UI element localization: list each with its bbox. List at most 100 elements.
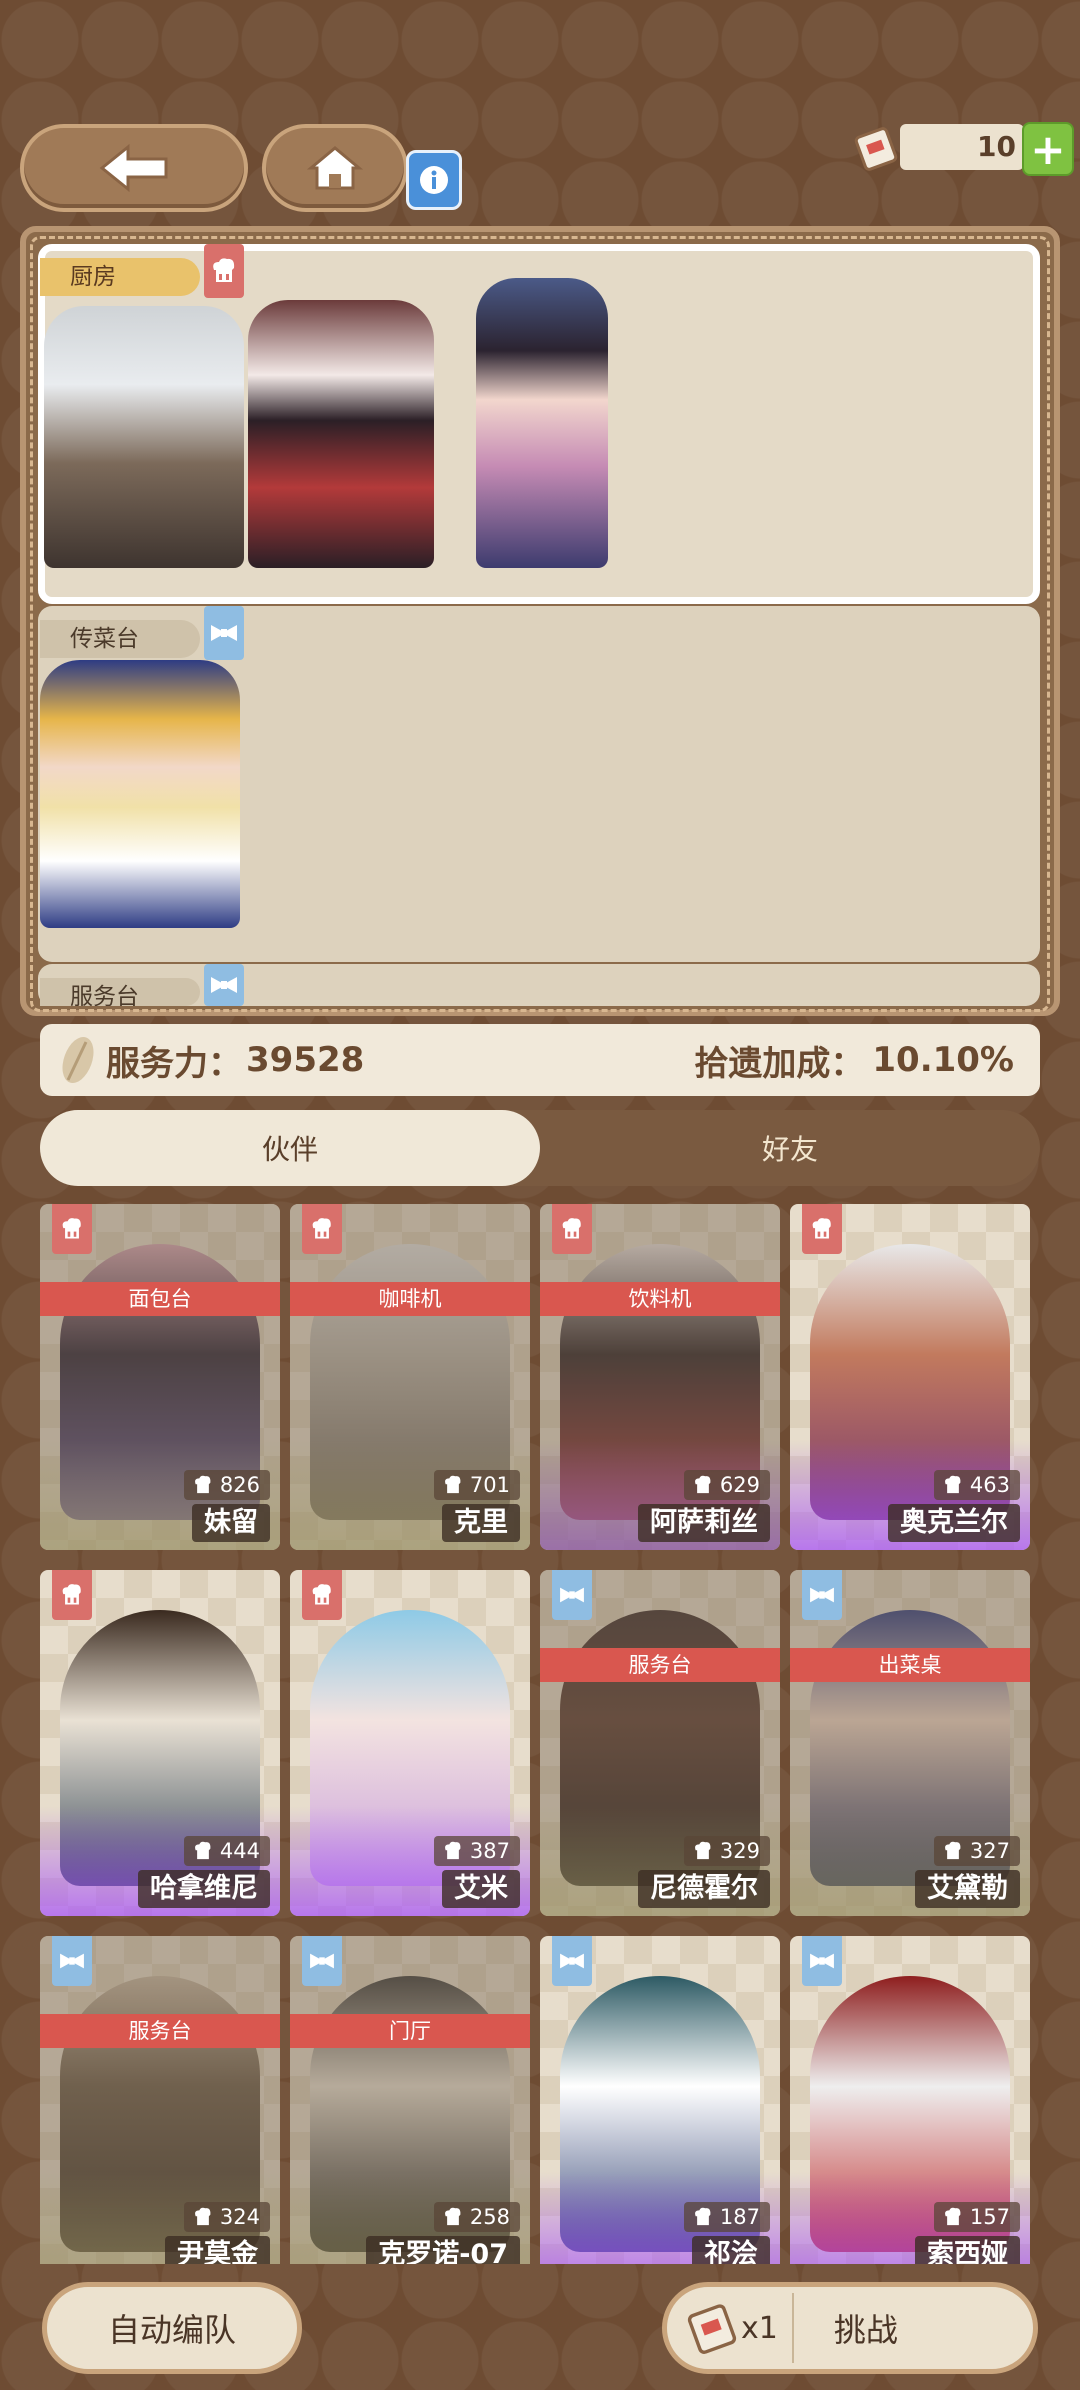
- character-power: 329: [683, 1836, 770, 1866]
- character-card[interactable]: 出菜桌 327 艾黛勒: [790, 1570, 1030, 1916]
- challenge-button[interactable]: x1 挑战: [662, 2282, 1038, 2374]
- assigned-station-label: 服务台: [540, 1648, 780, 1682]
- power-value: 629: [719, 1473, 760, 1497]
- bowtie-icon: [552, 1936, 592, 1986]
- pickup-bonus-value: 10.10%: [872, 1040, 1014, 1080]
- service-power-label: 服务力：: [106, 1043, 242, 1084]
- bowtie-icon: [52, 1936, 92, 1986]
- character-power: 701: [433, 1470, 520, 1500]
- bowtie-icon: [204, 964, 244, 1006]
- chef-hat-icon: [52, 1204, 92, 1254]
- bowtie-icon: [802, 1570, 842, 1620]
- character-power: 324: [183, 2202, 270, 2232]
- character-card[interactable]: 187 祁浍: [540, 1936, 780, 2264]
- back-arrow-icon: [99, 143, 168, 193]
- character-power: 258: [433, 2202, 520, 2232]
- bowtie-icon: [302, 1936, 342, 1986]
- power-value: 329: [719, 1839, 760, 1863]
- divider: [791, 2293, 794, 2363]
- character-name: 哈拿维尼: [138, 1870, 270, 1908]
- character-power: 463: [933, 1470, 1020, 1500]
- assigned-station-label: 咖啡机: [290, 1282, 530, 1316]
- assigned-station-label: 饮料机: [540, 1282, 780, 1316]
- kitchen-character-2[interactable]: [248, 300, 434, 568]
- assigned-station-label: 门厅: [290, 2014, 530, 2048]
- service-power-value: 39528: [246, 1040, 365, 1080]
- pickup-bonus-label: 拾遗加成：: [694, 1043, 865, 1084]
- bowtie-icon: [204, 606, 244, 660]
- feather-icon: [62, 1036, 94, 1084]
- character-card[interactable]: 门厅 258 克罗诺-07: [290, 1936, 530, 2264]
- character-name: 艾米: [442, 1870, 520, 1908]
- character-power: 327: [933, 1836, 1020, 1866]
- character-power: 157: [933, 2202, 1020, 2232]
- home-icon: [307, 146, 363, 190]
- chef-hat-icon: [302, 1204, 342, 1254]
- character-name: 克罗诺-07: [366, 2236, 520, 2264]
- tab-friends[interactable]: 好友: [540, 1110, 1040, 1186]
- character-card[interactable]: 463 奥克兰尔: [790, 1204, 1030, 1550]
- station-label-serving: 传菜台: [40, 620, 200, 658]
- info-button[interactable]: [406, 150, 462, 210]
- character-card[interactable]: 咖啡机 701 克里: [290, 1204, 530, 1550]
- character-name: 尼德霍尔: [638, 1870, 770, 1908]
- power-value: 444: [219, 1839, 260, 1863]
- stats-bar: 服务力： 39528 拾遗加成： 10.10%: [40, 1024, 1040, 1096]
- serving-character-1[interactable]: [40, 660, 240, 928]
- character-card[interactable]: 157 索西娅: [790, 1936, 1030, 2264]
- character-name: 索西娅: [915, 2236, 1020, 2264]
- character-name: 妹留: [192, 1504, 270, 1542]
- ticket-icon: [854, 124, 898, 172]
- ticket-icon: [687, 2304, 737, 2354]
- kitchen-character-1[interactable]: [44, 306, 244, 568]
- power-value: 701: [469, 1473, 510, 1497]
- challenge-cost: x1: [741, 2310, 778, 2346]
- character-card[interactable]: 面包台 826 妹留: [40, 1204, 280, 1550]
- power-value: 826: [219, 1473, 260, 1497]
- challenge-label: 挑战: [833, 2311, 898, 2349]
- character-power: 826: [183, 1470, 270, 1500]
- power-value: 327: [969, 1839, 1010, 1863]
- power-value: 258: [469, 2205, 510, 2229]
- tab-partners[interactable]: 伙伴: [40, 1110, 540, 1186]
- character-name: 艾黛勒: [915, 1870, 1020, 1908]
- character-name: 祁浍: [692, 2236, 770, 2264]
- character-card[interactable]: 服务台 324 尹莫金: [40, 1936, 280, 2264]
- chef-hat-icon: [52, 1570, 92, 1620]
- character-name: 阿萨莉丝: [638, 1504, 770, 1542]
- add-ticket-button[interactable]: +: [1022, 122, 1074, 176]
- assigned-station-label: 面包台: [40, 1282, 280, 1316]
- power-value: 463: [969, 1473, 1010, 1497]
- auto-team-button[interactable]: 自动编队: [42, 2282, 302, 2374]
- character-name: 奥克兰尔: [888, 1504, 1020, 1542]
- ticket-count: 10: [900, 124, 1024, 170]
- character-power: 187: [683, 2202, 770, 2232]
- power-value: 187: [719, 2205, 760, 2229]
- home-button[interactable]: [262, 124, 408, 212]
- character-name: 克里: [442, 1504, 520, 1542]
- back-button[interactable]: [20, 124, 248, 212]
- power-value: 324: [219, 2205, 260, 2229]
- bowtie-icon: [802, 1936, 842, 1986]
- character-card[interactable]: 服务台 329 尼德霍尔: [540, 1570, 780, 1916]
- character-grid: 面包台 826 妹留 咖啡机 701 克里 饮料机 629 阿萨莉丝 463 奥克兰尔 444 哈拿维尼…: [0, 1204, 1080, 2264]
- chef-hat-icon: [802, 1204, 842, 1254]
- character-card[interactable]: 444 哈拿维尼: [40, 1570, 280, 1916]
- character-name: 尹莫金: [165, 2236, 270, 2264]
- station-label-service-desk: 服务台: [40, 978, 200, 1006]
- power-value: 157: [969, 2205, 1010, 2229]
- assigned-station-label: 出菜桌: [790, 1648, 1030, 1682]
- chef-hat-icon: [552, 1204, 592, 1254]
- character-power: 444: [183, 1836, 270, 1866]
- bowtie-icon: [552, 1570, 592, 1620]
- kitchen-character-3[interactable]: [476, 278, 608, 568]
- character-card[interactable]: 387 艾米: [290, 1570, 530, 1916]
- chef-hat-icon: [204, 244, 244, 298]
- character-power: 629: [683, 1470, 770, 1500]
- character-card[interactable]: 饮料机 629 阿萨莉丝: [540, 1204, 780, 1550]
- character-power: 387: [433, 1836, 520, 1866]
- power-value: 387: [469, 1839, 510, 1863]
- station-label-kitchen: 厨房: [40, 258, 200, 296]
- chef-hat-icon: [302, 1570, 342, 1620]
- assigned-station-label: 服务台: [40, 2014, 280, 2048]
